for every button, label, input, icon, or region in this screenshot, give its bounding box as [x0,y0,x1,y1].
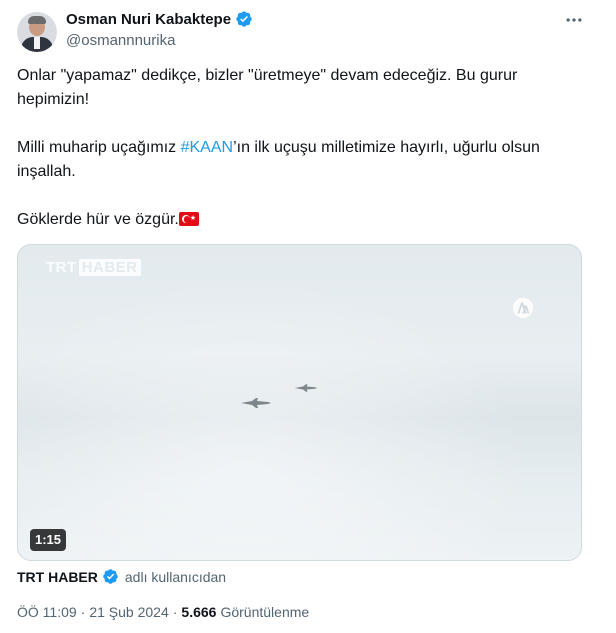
video-source-attribution: TRT HABER adlı kullanıcıdan [17,568,226,585]
author-name-row: Osman Nuri Kabaktepe [66,10,253,28]
more-horizontal-icon [566,18,582,22]
fighter-jet-icon [294,384,318,392]
tweet-card[interactable]: Osman Nuri Kabaktepe @osmannnurika Onlar… [0,0,616,633]
views-label: Görüntülenme [220,604,310,620]
verified-badge-icon [103,569,118,584]
views-count: 5.666 [181,604,217,620]
verified-badge-icon [236,11,252,27]
anadolu-agency-logo-icon [512,297,534,319]
tweet-time[interactable]: ÖÖ 11:09 [17,604,77,620]
video-duration-badge: 1:15 [30,529,67,551]
meta-separator: · [80,604,86,620]
author-display-name[interactable]: Osman Nuri Kabaktepe [66,11,231,28]
tweet-meta: ÖÖ 11:09 · 21 Şub 2024 · 5.666 Görüntüle… [17,604,309,620]
source-account-name[interactable]: TRT HABER [17,569,98,585]
trt-haber-watermark: TRT HABER [46,259,141,276]
watermark-haber: HABER [78,259,141,276]
tweet-text-paragraph-1: Onlar "yapamaz" dedikçe, bizler "üretmey… [17,67,518,108]
more-options-button[interactable] [562,8,586,32]
hashtag-link[interactable]: #KAAN [181,139,233,156]
meta-separator: · [172,604,178,620]
author-avatar[interactable] [17,12,57,52]
turkey-flag-icon: ★ [178,212,199,226]
video-player[interactable]: TRT HABER 1:15 [17,244,582,561]
watermark-trt: TRT [46,259,77,276]
tweet-text-paragraph-2: Milli muharip uçağımız #KAAN’ın ilk uçuş… [17,136,577,184]
source-suffix: adlı kullanıcıdan [124,568,227,585]
author-handle[interactable]: @osmannnurika [66,32,175,49]
tweet-date[interactable]: 21 Şub 2024 [89,604,168,620]
fighter-jet-icon [241,398,271,408]
tweet-text-paragraph-3: Göklerde hür ve özgür. ★ [17,208,577,232]
tweet-text-segment: Milli muharip uçağımız [17,139,181,156]
tweet-text-segment: Göklerde hür ve özgür. [17,211,179,228]
